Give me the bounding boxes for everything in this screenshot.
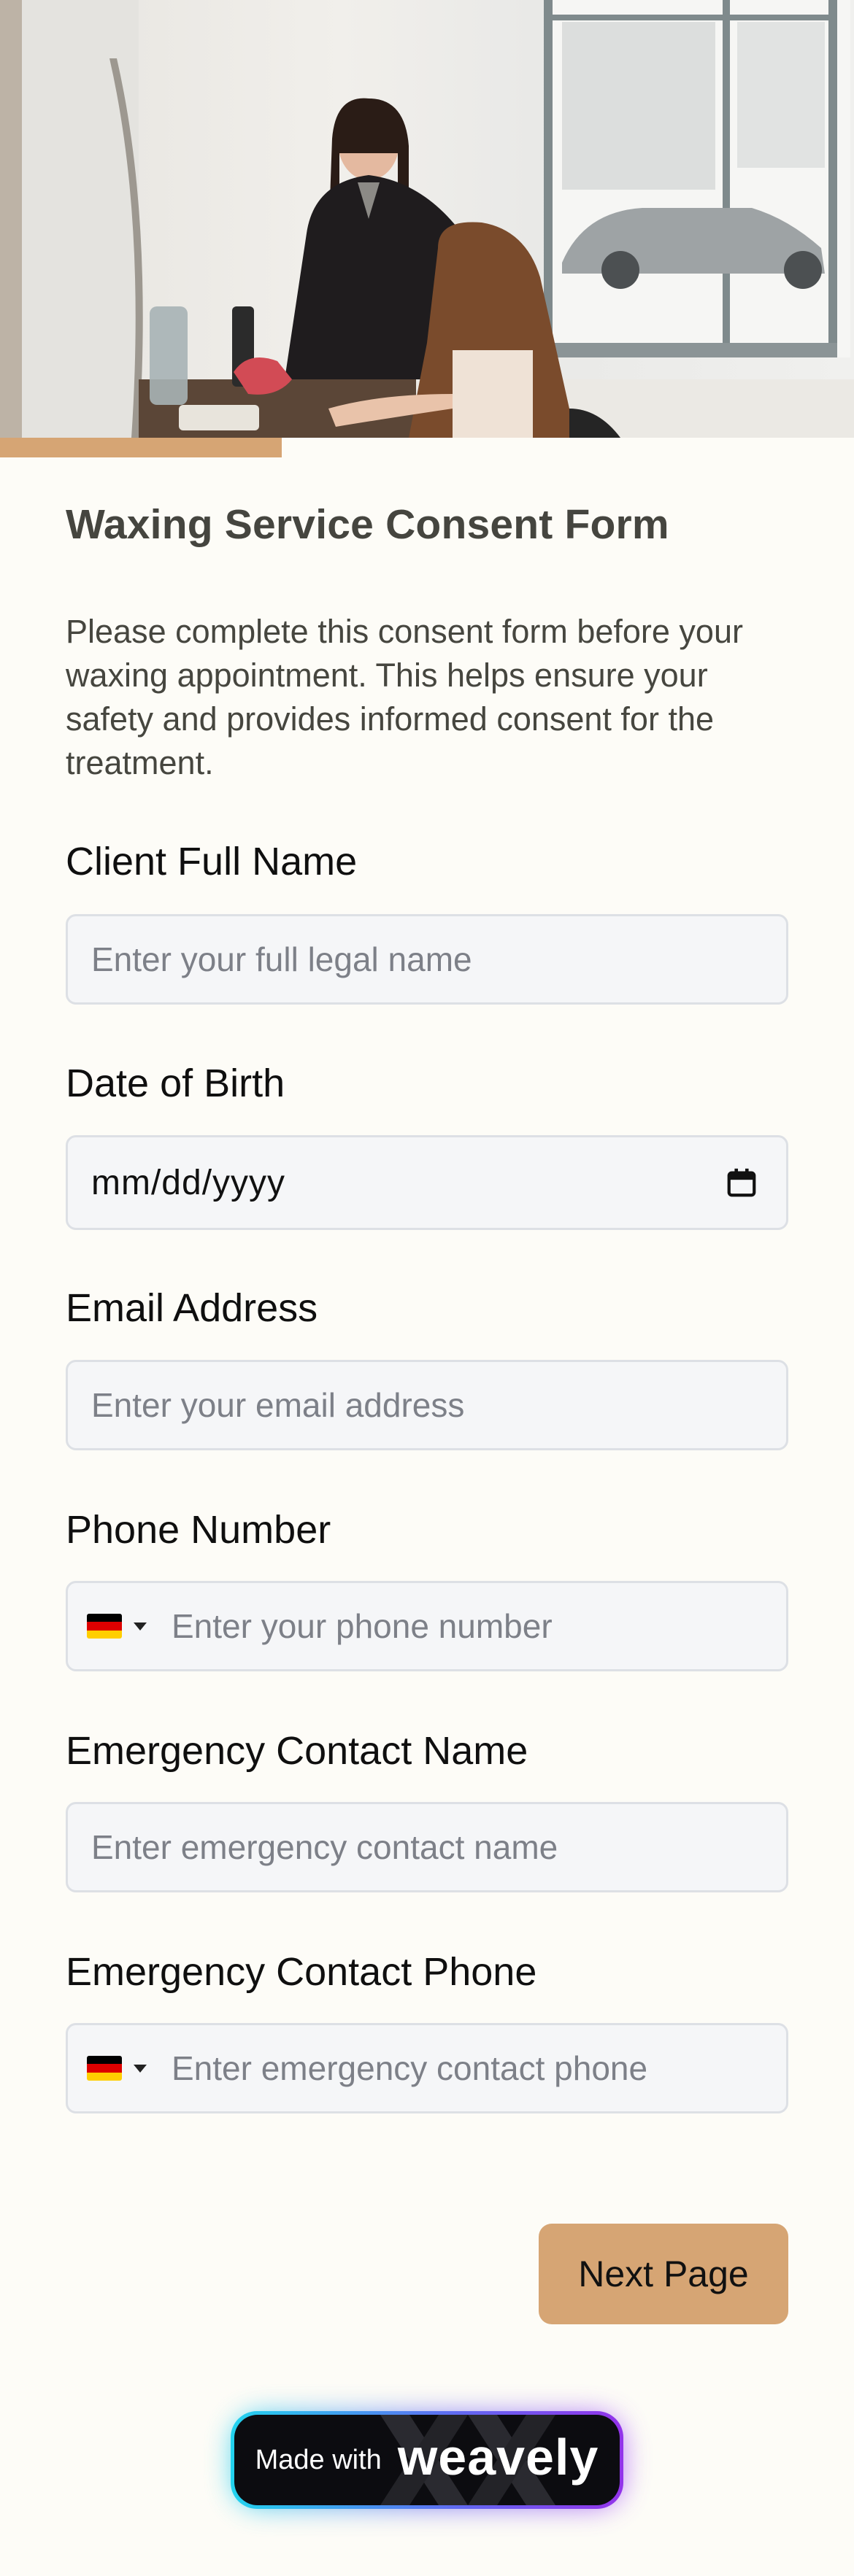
weavely-logo: weavely [397,2429,599,2486]
emergency-name-input[interactable] [66,1802,788,1892]
caret-down-icon [134,2064,147,2073]
phone-input[interactable] [147,1583,786,1669]
progress-bar-fill [0,438,282,457]
germany-flag-icon [87,2056,122,2081]
date-of-birth-value: mm/dd/yyyy [91,1163,286,1202]
phone-field [66,1581,788,1671]
email-input[interactable] [66,1360,788,1450]
full-name-input[interactable] [66,914,788,1005]
full-name-label: Client Full Name [66,840,358,883]
emergency-phone-country-select[interactable] [87,2025,147,2111]
emergency-phone-label: Emergency Contact Phone [66,1950,537,1994]
emergency-phone-input[interactable] [147,2025,786,2111]
made-with-weavely-badge[interactable]: Made with weavely [231,2411,623,2509]
salon-photo-illustration [0,0,854,438]
phone-country-select[interactable] [87,1583,147,1669]
next-page-button[interactable]: Next Page [539,2224,788,2324]
germany-flag-icon [87,1614,122,1639]
form-description: Please complete this consent form before… [66,613,743,781]
progress-bar [0,438,854,457]
emergency-phone-field [66,2023,788,2113]
badge-made-with-text: Made with [255,2444,382,2475]
phone-label: Phone Number [66,1508,331,1552]
hero-image [0,0,854,438]
calendar-icon[interactable] [725,1166,758,1199]
email-label: Email Address [66,1286,318,1330]
emergency-name-label: Emergency Contact Name [66,1729,528,1773]
date-of-birth-label: Date of Birth [66,1061,285,1105]
form-title: Waxing Service Consent Form [66,501,669,548]
caret-down-icon [134,1622,147,1631]
date-of-birth-input[interactable]: mm/dd/yyyy [66,1135,788,1230]
